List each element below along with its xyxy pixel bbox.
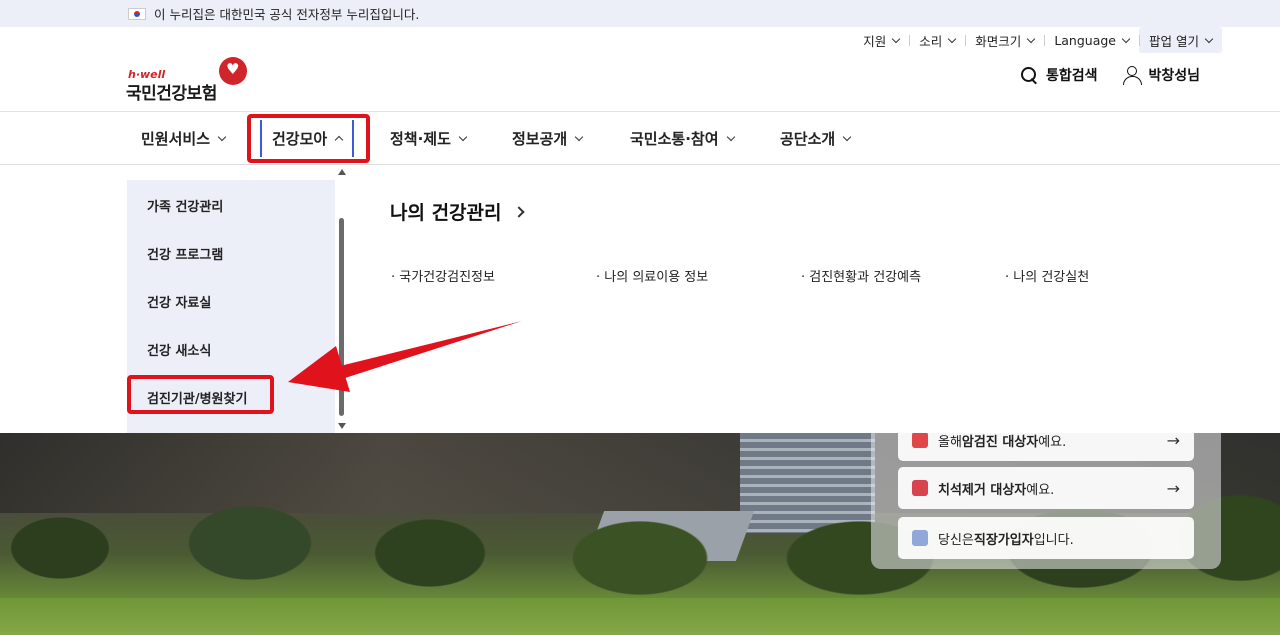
gnb-civil-service[interactable]: 민원서비스	[141, 112, 227, 165]
util-sound[interactable]: 소리	[909, 27, 965, 53]
util-language[interactable]: Language	[1044, 27, 1139, 53]
util-sound-label: 소리	[919, 33, 943, 49]
chevron-down-icon	[574, 132, 584, 142]
header: 지원 소리 화면크기 Language 팝업 열기 h·well 국민건강보험 …	[0, 27, 1280, 112]
submenu-title-link[interactable]: 나의 건강관리	[390, 198, 525, 225]
submenu-link-national-checkup[interactable]: · 국가건강검진정보	[391, 266, 495, 285]
gnb-policy-label: 정책·제도	[390, 130, 451, 148]
side-item-health-news[interactable]: 건강 새소식	[147, 340, 211, 359]
card-cancer-bold: 암검진 대상자	[961, 434, 1039, 450]
scroll-down-icon[interactable]	[338, 423, 346, 429]
gnb-about-label: 공단소개	[780, 130, 836, 148]
submenu-link-checkup-prediction[interactable]: · 검진현황과 건강예측	[801, 266, 921, 285]
logo-name: 국민건강보험	[126, 84, 217, 104]
card-scaling[interactable]: 치석제거 대상자 예요. →	[898, 467, 1194, 509]
gnb-communication[interactable]: 국민소통·참여	[630, 112, 735, 165]
chevron-down-icon	[892, 34, 901, 43]
chevron-down-icon	[1204, 34, 1214, 43]
gnb-policy[interactable]: 정책·제도	[390, 112, 468, 165]
hero-grass	[0, 598, 1280, 635]
side-item-family-health[interactable]: 가족 건강관리	[147, 196, 223, 215]
chevron-down-icon	[458, 132, 468, 142]
utility-menu: 지원 소리 화면크기 Language 팝업 열기	[853, 27, 1222, 53]
gnb-info-disclosure-label: 정보공개	[512, 130, 568, 148]
side-menu-scrollbar[interactable]	[337, 166, 346, 433]
submenu-link-medical-usage[interactable]: · 나의 의료이용 정보	[596, 266, 708, 285]
chevron-down-icon	[1121, 34, 1131, 43]
card-cancer-pre: 올해	[938, 434, 962, 450]
util-support[interactable]: 지원	[853, 27, 909, 53]
util-support-label: 지원	[863, 33, 887, 49]
chevron-down-icon	[1027, 34, 1036, 43]
heart-shield-icon	[912, 433, 928, 448]
integrated-search-button[interactable]: 통합검색	[1020, 65, 1098, 85]
search-icon	[1020, 66, 1038, 84]
chevron-down-icon	[842, 132, 852, 142]
user-menu-button[interactable]: 박창성님	[1123, 65, 1200, 85]
gov-banner: 이 누리집은 대한민국 공식 전자정부 누리집입니다.	[0, 0, 1280, 27]
card-cancer-screening[interactable]: 올해 암검진 대상자 예요. →	[898, 433, 1194, 461]
card-scaling-bold: 치석제거 대상자	[938, 482, 1027, 498]
side-item-health-library[interactable]: 건강 자료실	[147, 292, 211, 311]
util-language-label: Language	[1054, 32, 1117, 48]
card-subscriber-pre: 당신은	[938, 532, 974, 548]
card-cancer-post: 예요.	[1038, 434, 1067, 450]
gnb-civil-service-label: 민원서비스	[141, 130, 211, 148]
card-subscriber-type: 당신은 직장가입자 입니다.	[898, 517, 1194, 559]
site-logo[interactable]: h·well 국민건강보험	[126, 57, 256, 104]
chevron-right-icon	[512, 205, 525, 218]
chevron-down-icon	[217, 132, 227, 142]
util-screen-size[interactable]: 화면크기	[965, 27, 1044, 53]
korea-flag-icon	[128, 7, 146, 20]
card-subscriber-bold: 직장가입자	[973, 532, 1034, 548]
hero-section: 올해 암검진 대상자 예요. → 치석제거 대상자 예요. → 당신은 직장가입자 입…	[0, 433, 1280, 635]
status-panel: 올해 암검진 대상자 예요. → 치석제거 대상자 예요. → 당신은 직장가입자 입…	[871, 433, 1221, 569]
submenu-link-health-practice[interactable]: · 나의 건강실천	[1005, 266, 1089, 285]
chevron-down-icon	[948, 34, 957, 43]
user-name: 박창성님	[1148, 68, 1200, 84]
header-actions: 통합검색 박창성님	[1020, 65, 1200, 85]
submenu-title: 나의 건강관리	[390, 202, 502, 224]
heart-logo-icon	[219, 57, 247, 85]
util-popup-label: 팝업 열기	[1149, 33, 1199, 49]
chevron-down-icon	[726, 132, 735, 142]
gnb-about[interactable]: 공단소개	[780, 112, 852, 165]
highlight-box-find-hospital	[127, 375, 274, 414]
main-navigation: 민원서비스 건강모아 정책·제도 정보공개 국민소통·참여 공단소개	[0, 112, 1280, 165]
scroll-thumb[interactable]	[339, 218, 344, 416]
util-screen-size-label: 화면크기	[975, 33, 1022, 49]
gnb-info-disclosure[interactable]: 정보공개	[512, 112, 584, 165]
card-scaling-post: 예요.	[1026, 482, 1055, 498]
arrow-right-icon: →	[1166, 479, 1180, 498]
person-icon	[912, 530, 928, 546]
tooth-icon	[912, 480, 928, 496]
card-subscriber-post: 입니다.	[1033, 532, 1074, 548]
user-icon	[1123, 66, 1143, 85]
gnb-communication-label: 국민소통·참여	[630, 130, 719, 148]
scroll-up-icon[interactable]	[338, 169, 346, 175]
side-item-health-program[interactable]: 건강 프로그램	[147, 244, 223, 263]
gov-banner-text: 이 누리집은 대한민국 공식 전자정부 누리집입니다.	[154, 7, 420, 22]
search-label: 통합검색	[1045, 68, 1098, 84]
arrow-right-icon: →	[1166, 433, 1180, 450]
highlight-box-gnb	[247, 114, 370, 163]
util-popup-open[interactable]: 팝업 열기	[1139, 27, 1222, 53]
